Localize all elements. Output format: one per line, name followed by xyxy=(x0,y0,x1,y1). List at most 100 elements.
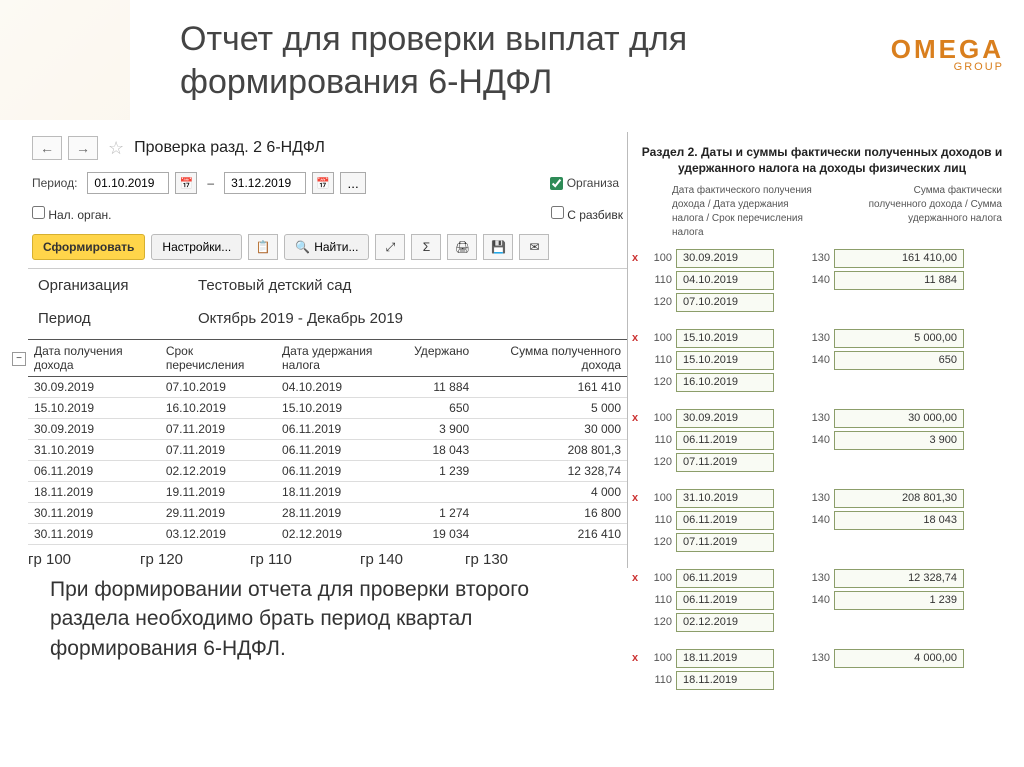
code-value-box[interactable]: 06.11.2019 xyxy=(676,431,774,450)
code-number: 120 xyxy=(646,376,672,388)
delete-icon[interactable]: x xyxy=(632,572,642,584)
code-value-box[interactable]: 208 801,30 xyxy=(834,489,964,508)
code-row: x10030.09.2019130161 410,00 xyxy=(632,248,1012,268)
delete-icon[interactable]: x xyxy=(632,652,642,664)
delete-icon[interactable]: x xyxy=(632,412,642,424)
copy-icon[interactable]: 📋 xyxy=(248,234,278,260)
code-value-box[interactable]: 07.10.2019 xyxy=(676,293,774,312)
report-org-label: Организация xyxy=(38,277,198,294)
decorative-graphic xyxy=(0,0,130,120)
section2-col-b: Сумма фактически полученного дохода / Су… xyxy=(862,184,1002,240)
code-value-box[interactable]: 02.12.2019 xyxy=(676,613,774,632)
calendar-to-icon[interactable]: 📅 xyxy=(312,172,334,194)
period-from-input[interactable] xyxy=(87,172,169,194)
code-value-box[interactable]: 07.11.2019 xyxy=(676,533,774,552)
code-value-box[interactable]: 5 000,00 xyxy=(834,329,964,348)
find-button[interactable]: 🔍Найти... xyxy=(284,234,369,260)
logo: OMEGA GROUP xyxy=(891,36,1004,73)
code-group: x10018.11.20191304 000,0011018.11.2019 xyxy=(632,648,1012,690)
code-number: 120 xyxy=(646,616,672,628)
code-number: 130 xyxy=(804,492,830,504)
favorite-icon[interactable]: ☆ xyxy=(108,138,124,159)
nav-forward-button[interactable]: → xyxy=(68,136,98,160)
org-checkbox[interactable]: Организа xyxy=(550,176,619,190)
table-row[interactable]: 30.11.201903.12.201902.12.201919 034216 … xyxy=(28,524,627,545)
code-value-box[interactable]: 30 000,00 xyxy=(834,409,964,428)
col-label: гр 110 xyxy=(250,551,360,568)
delete-icon[interactable]: x xyxy=(632,252,642,264)
column-labels: гр 100гр 120гр 110гр 140гр 130 xyxy=(28,551,627,568)
code-group: x10030.09.2019130161 410,0011004.10.2019… xyxy=(632,248,1012,312)
expand-icon[interactable]: ⤢ xyxy=(375,234,405,260)
code-value-box[interactable]: 06.11.2019 xyxy=(676,569,774,588)
code-row: 11006.11.201914018 043 xyxy=(632,510,1012,530)
code-row: x10030.09.201913030 000,00 xyxy=(632,408,1012,428)
code-value-box[interactable]: 15.10.2019 xyxy=(676,351,774,370)
code-value-box[interactable]: 1 239 xyxy=(834,591,964,610)
code-number: 100 xyxy=(646,572,672,584)
code-value-box[interactable]: 161 410,00 xyxy=(834,249,964,268)
code-value-box[interactable]: 31.10.2019 xyxy=(676,489,774,508)
section2-col-a: Дата фактического получения дохода / Дат… xyxy=(672,184,822,240)
table-row[interactable]: 06.11.201902.12.201906.11.20191 23912 32… xyxy=(28,461,627,482)
table-row[interactable]: 30.11.201929.11.201928.11.20191 27416 80… xyxy=(28,503,627,524)
code-number: 100 xyxy=(646,492,672,504)
section2-col-headers: Дата фактического получения дохода / Дат… xyxy=(632,184,1012,240)
calendar-from-icon[interactable]: 📅 xyxy=(175,172,197,194)
print-icon[interactable]: 🖨 xyxy=(447,234,477,260)
code-value-box[interactable]: 16.10.2019 xyxy=(676,373,774,392)
period-to-input[interactable] xyxy=(224,172,306,194)
report-period-label: Период xyxy=(38,310,198,327)
code-value-box[interactable]: 650 xyxy=(834,351,964,370)
col-label: гр 100 xyxy=(28,551,140,568)
code-number: 130 xyxy=(804,412,830,424)
code-value-box[interactable]: 11 884 xyxy=(834,271,964,290)
code-number: 130 xyxy=(804,572,830,584)
code-value-box[interactable]: 06.11.2019 xyxy=(676,591,774,610)
nav-back-button[interactable]: ← xyxy=(32,136,62,160)
mail-icon[interactable]: ✉ xyxy=(519,234,549,260)
razbivka-checkbox[interactable]: С разбивк xyxy=(551,206,623,222)
code-group: x10006.11.201913012 328,7411006.11.20191… xyxy=(632,568,1012,632)
code-value-box[interactable]: 12 328,74 xyxy=(834,569,964,588)
delete-icon[interactable]: x xyxy=(632,332,642,344)
delete-icon[interactable]: x xyxy=(632,492,642,504)
code-number: 120 xyxy=(646,456,672,468)
table-row[interactable]: 30.09.201907.11.201906.11.20193 90030 00… xyxy=(28,419,627,440)
window-title-bar: ← → ☆ Проверка разд. 2 6-НДФЛ xyxy=(28,132,627,164)
code-value-box[interactable]: 18 043 xyxy=(834,511,964,530)
collapse-toggle[interactable]: − xyxy=(12,352,26,366)
table-row[interactable]: 15.10.201916.10.201915.10.20196505 000 xyxy=(28,398,627,419)
code-row: 12007.11.2019 xyxy=(632,532,1012,552)
code-value-box[interactable]: 18.11.2019 xyxy=(676,671,774,690)
code-value-box[interactable]: 30.09.2019 xyxy=(676,249,774,268)
code-value-box[interactable]: 4 000,00 xyxy=(834,649,964,668)
code-value-box[interactable]: 30.09.2019 xyxy=(676,409,774,428)
code-value-box[interactable]: 04.10.2019 xyxy=(676,271,774,290)
code-value-box[interactable]: 3 900 xyxy=(834,431,964,450)
period-row: Период: 📅 – 📅 ... Организа xyxy=(28,164,627,202)
nal-org-checkbox[interactable]: Нал. орган. xyxy=(32,206,111,222)
sum-icon[interactable]: Σ xyxy=(411,234,441,260)
table-header: Дата удержания налога xyxy=(276,340,408,377)
table-row[interactable]: 18.11.201919.11.201918.11.20194 000 xyxy=(28,482,627,503)
code-number: 100 xyxy=(646,332,672,344)
code-value-box[interactable]: 07.11.2019 xyxy=(676,453,774,472)
code-number: 100 xyxy=(646,252,672,264)
code-value-box[interactable]: 18.11.2019 xyxy=(676,649,774,668)
code-number: 110 xyxy=(646,514,672,526)
table-row[interactable]: 30.09.201907.10.201904.10.201911 884161 … xyxy=(28,377,627,398)
period-more-button[interactable]: ... xyxy=(340,172,366,194)
col-label: гр 120 xyxy=(140,551,250,568)
settings-button[interactable]: Настройки... xyxy=(151,234,242,260)
form-button[interactable]: Сформировать xyxy=(32,234,145,260)
code-value-box[interactable]: 06.11.2019 xyxy=(676,511,774,530)
code-row: 11006.11.20191403 900 xyxy=(632,430,1012,450)
filter-row: Нал. орган. С разбивк xyxy=(28,202,627,226)
save-icon[interactable]: 💾 xyxy=(483,234,513,260)
code-value-box[interactable]: 15.10.2019 xyxy=(676,329,774,348)
code-row: x10015.10.20191305 000,00 xyxy=(632,328,1012,348)
code-row: 120 07.11.2019 xyxy=(632,452,1012,472)
code-number: 130 xyxy=(804,652,830,664)
table-row[interactable]: 31.10.201907.11.201906.11.201918 043208 … xyxy=(28,440,627,461)
